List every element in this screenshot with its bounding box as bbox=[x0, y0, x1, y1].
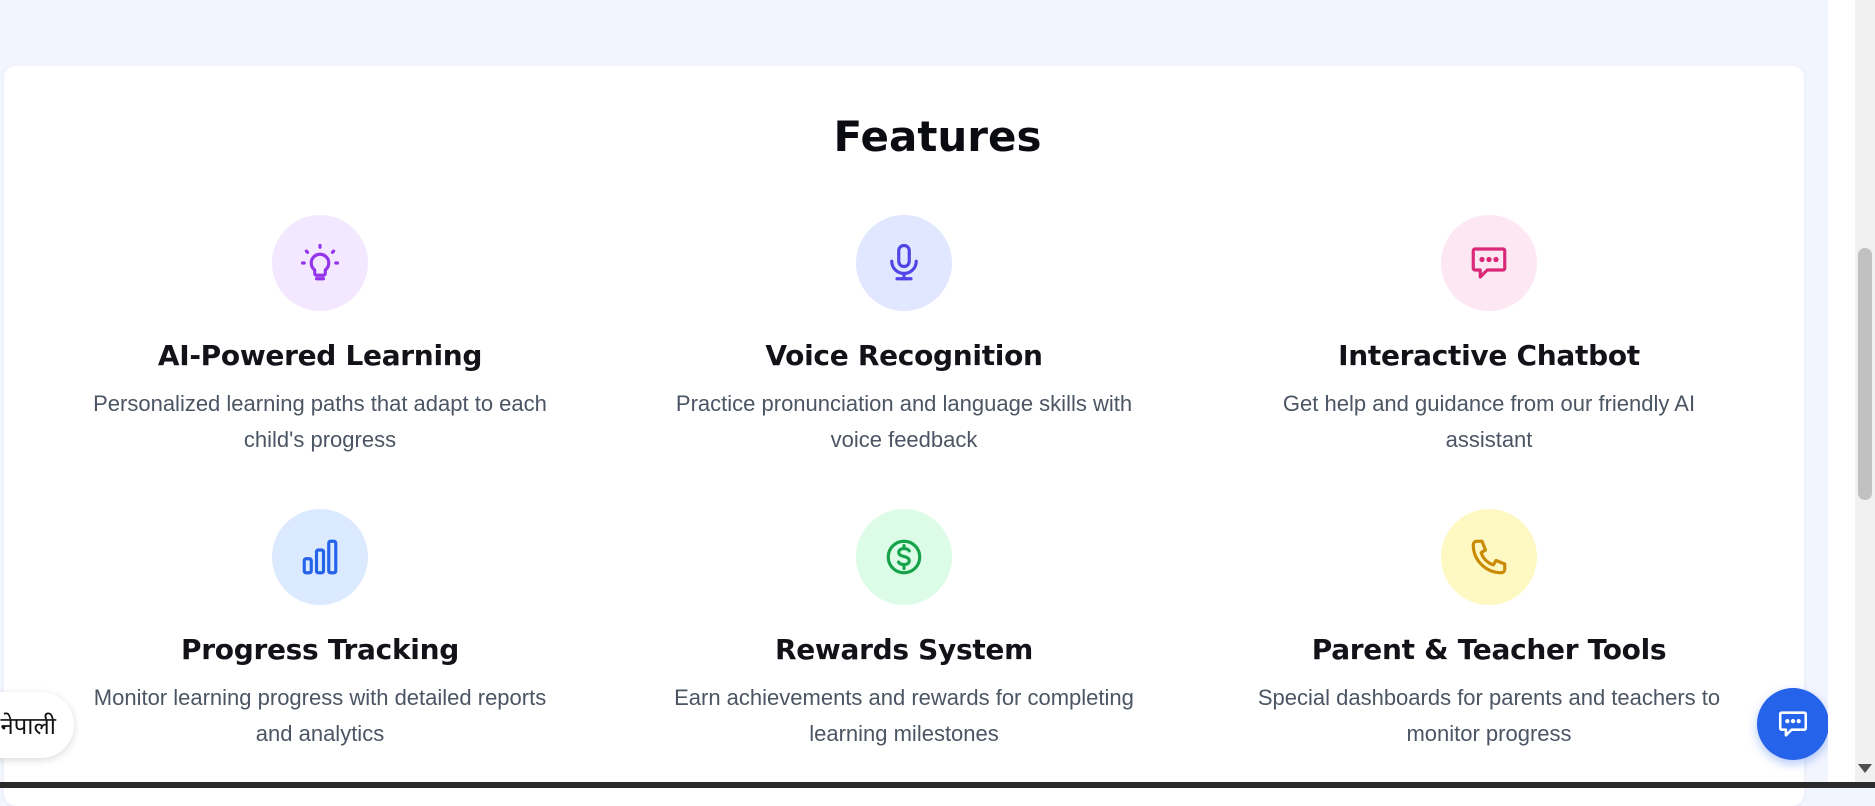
feature-card-parent-teacher-tools: Parent & Teacher Tools Special dashboard… bbox=[1219, 509, 1759, 752]
language-toggle-button[interactable]: नेपाली bbox=[0, 692, 74, 758]
page-edge bbox=[1828, 0, 1855, 782]
feature-card-interactive-chatbot: Interactive Chatbot Get help and guidanc… bbox=[1219, 215, 1759, 458]
dollar-coin-icon bbox=[856, 509, 952, 605]
scrollbar-thumb[interactable] bbox=[1858, 248, 1872, 500]
feature-title: Voice Recognition bbox=[765, 339, 1043, 372]
feature-card-rewards-system: Rewards System Earn achievements and rew… bbox=[634, 509, 1174, 752]
feature-description: Practice pronunciation and language skil… bbox=[675, 391, 1133, 452]
feature-title: Parent & Teacher Tools bbox=[1311, 633, 1667, 666]
language-toggle-label: नेपाली bbox=[0, 711, 56, 740]
feature-description: Earn achievements and rewards for comple… bbox=[674, 685, 1134, 746]
feature-description: Monitor learning progress with detailed … bbox=[93, 685, 547, 746]
feature-title: Progress Tracking bbox=[181, 633, 459, 666]
chat-button[interactable] bbox=[1757, 688, 1829, 760]
chat-bubble-icon bbox=[1441, 215, 1537, 311]
bottom-edge bbox=[0, 782, 1875, 788]
scroll-down-arrow-icon[interactable] bbox=[1858, 764, 1872, 773]
feature-card-ai-learning: AI-Powered Learning Personalized learnin… bbox=[50, 215, 590, 458]
feature-card-progress-tracking: Progress Tracking Monitor learning progr… bbox=[50, 509, 590, 752]
feature-description: Special dashboards for parents and teach… bbox=[1257, 685, 1721, 746]
feature-title: AI-Powered Learning bbox=[157, 339, 483, 372]
phone-icon bbox=[1441, 509, 1537, 605]
lightbulb-icon bbox=[272, 215, 368, 311]
section-title: Features bbox=[833, 112, 1042, 161]
feature-title: Interactive Chatbot bbox=[1338, 339, 1640, 372]
feature-title: Rewards System bbox=[774, 633, 1033, 666]
bar-chart-icon bbox=[272, 509, 368, 605]
microphone-icon bbox=[856, 215, 952, 311]
chat-icon bbox=[1778, 711, 1808, 737]
feature-description: Personalized learning paths that adapt t… bbox=[93, 391, 547, 452]
feature-description: Get help and guidance from our friendly … bbox=[1282, 391, 1696, 452]
feature-card-voice-recognition: Voice Recognition Practice pronunciation… bbox=[634, 215, 1174, 458]
